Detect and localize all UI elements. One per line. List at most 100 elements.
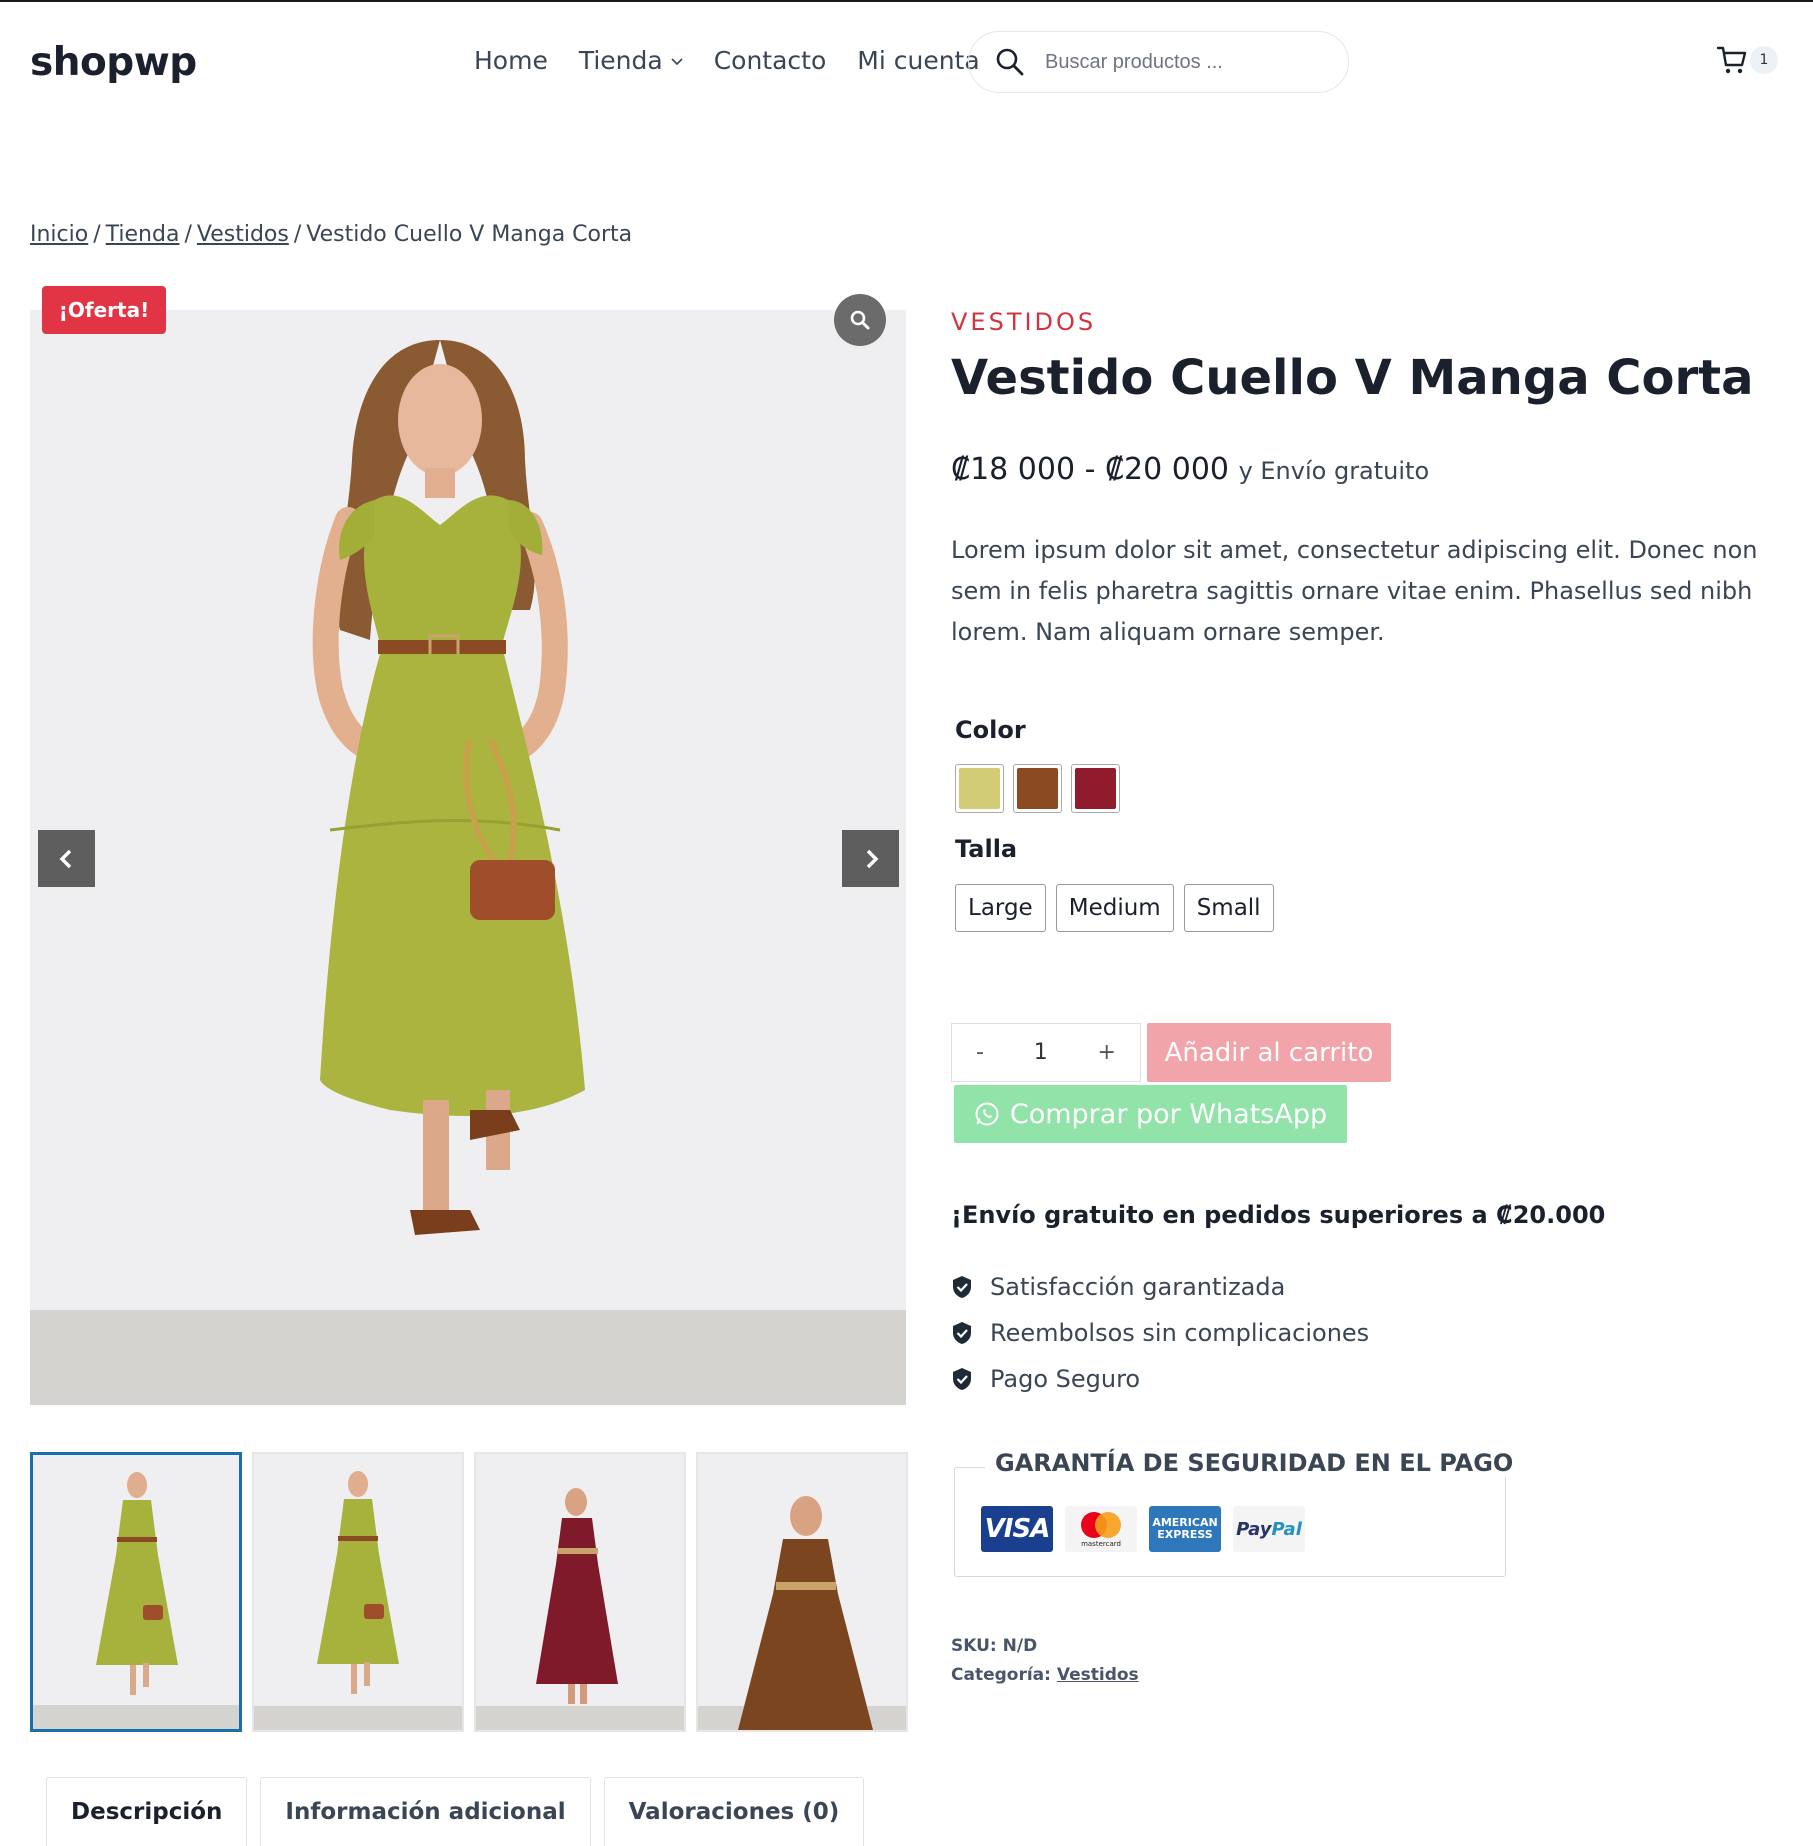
category-meta-link[interactable]: Vestidos <box>1057 1665 1139 1685</box>
chevron-right-icon <box>866 849 878 868</box>
product-meta: SKU: N/D Categoría: Vestidos <box>951 1632 1139 1690</box>
sku-label: SKU: <box>951 1636 997 1656</box>
breadcrumb-vestidos[interactable]: Vestidos <box>197 222 289 247</box>
breadcrumb-inicio[interactable]: Inicio <box>30 222 88 247</box>
product-main-image[interactable] <box>30 310 906 1405</box>
breadcrumb-tienda[interactable]: Tienda <box>106 222 180 247</box>
color-label: Color <box>955 716 1026 744</box>
whatsapp-buy-button[interactable]: Comprar por WhatsApp <box>954 1085 1347 1143</box>
breadcrumb-separator: / <box>184 222 192 247</box>
price-range: ₡18 000 - ₡20 000 <box>951 452 1230 487</box>
tab-descripcion[interactable]: Descripción <box>46 1777 248 1846</box>
magnifier-icon <box>850 310 870 330</box>
nav-contacto-label: Contacto <box>713 46 827 75</box>
breadcrumb-separator: / <box>293 222 302 247</box>
cart-button[interactable]: 1 <box>1716 44 1778 76</box>
product-price: ₡18 000 - ₡20 000 y Envío gratuito <box>951 452 1429 487</box>
quantity-stepper: - 1 + <box>951 1023 1141 1082</box>
perks-list: Satisfacción garantizada Reembolsos sin … <box>951 1264 1369 1402</box>
product-title: Vestido Cuello V Manga Corta <box>951 350 1754 406</box>
breadcrumb-current: Vestido Cuello V Manga Corta <box>306 222 633 247</box>
quantity-decrease-button[interactable]: - <box>976 1040 984 1065</box>
perk-item: Pago Seguro <box>951 1356 1369 1402</box>
amex-logo: AMERICAN EXPRESS <box>1149 1506 1221 1552</box>
thumbnail-model <box>738 1496 873 1730</box>
perk-item: Reembolsos sin complicaciones <box>951 1310 1369 1356</box>
thumbnail-3[interactable] <box>474 1452 686 1732</box>
gallery-next-button[interactable] <box>842 830 899 887</box>
tab-informacion-adicional[interactable]: Información adicional <box>260 1777 591 1846</box>
size-option-small[interactable]: Small <box>1183 884 1274 932</box>
mastercard-logo: mastercard <box>1065 1506 1137 1552</box>
cart-icon <box>1716 46 1747 74</box>
color-swatch-fill <box>1075 768 1116 809</box>
shield-check-icon <box>953 1322 971 1344</box>
category-row: Categoría: Vestidos <box>951 1661 1139 1690</box>
breadcrumb: Inicio / Tienda / Vestidos / Vestido Cuello V … <box>30 222 632 247</box>
color-swatch-3[interactable] <box>1071 764 1120 813</box>
sale-badge: ¡Oferta! <box>42 286 166 334</box>
mastercard-circles-icon <box>1081 1512 1121 1538</box>
sku-row: SKU: N/D <box>951 1632 1139 1661</box>
color-swatch-1[interactable] <box>955 764 1004 813</box>
product-short-description: Lorem ipsum dolor sit amet, consectetur … <box>951 536 1758 646</box>
amex-text-line2: EXPRESS <box>1157 1528 1213 1541</box>
color-swatch-fill <box>959 768 1000 809</box>
thumbnail-model <box>96 1472 178 1695</box>
perk-label: Reembolsos sin complicaciones <box>990 1319 1370 1347</box>
visa-logo: VISA <box>981 1506 1053 1552</box>
perk-label: Satisfacción garantizada <box>990 1273 1286 1301</box>
mastercard-text: mastercard <box>1081 1540 1121 1548</box>
nav-mi-cuenta[interactable]: Mi cuenta <box>857 46 979 75</box>
whatsapp-icon <box>975 1102 999 1126</box>
product-photo-model <box>312 340 585 1235</box>
payment-guarantee-box: GARANTÍA DE SEGURIDAD EN EL PAGO VISA ma… <box>954 1449 1524 1577</box>
nav-mi-cuenta-label: Mi cuenta <box>857 46 980 75</box>
color-swatches <box>955 764 1120 813</box>
quantity-increase-button[interactable]: + <box>1098 1040 1116 1065</box>
thumbnail-4[interactable] <box>696 1452 908 1732</box>
nav-home-label: Home <box>474 46 548 75</box>
tab-valoraciones[interactable]: Valoraciones (0) <box>603 1777 865 1846</box>
quantity-input[interactable]: 1 <box>1034 1040 1048 1065</box>
nav-tienda[interactable]: Tienda <box>579 46 683 75</box>
chevron-left-icon <box>59 849 71 868</box>
size-label: Talla <box>955 835 1018 863</box>
size-options: Large Medium Small <box>955 884 1274 932</box>
paypal-logo: Pay Pal <box>1233 1506 1305 1552</box>
product-tabs: Descripción Información adicional Valora… <box>46 1777 865 1846</box>
thumbnail-2[interactable] <box>252 1452 464 1732</box>
chevron-down-icon <box>671 57 683 65</box>
zoom-button[interactable] <box>834 294 886 346</box>
paypal-text-pal: Pal <box>1271 1518 1302 1540</box>
nav-contacto[interactable]: Contacto <box>714 46 827 75</box>
paypal-text-pay: Pay <box>1236 1518 1272 1540</box>
search-input[interactable] <box>1045 50 1325 74</box>
nav-tienda-label: Tienda <box>578 46 663 75</box>
product-category-label[interactable]: VESTIDOS <box>951 308 1096 336</box>
free-shipping-note: ¡Envío gratuito en pedidos superiores a … <box>951 1201 1606 1229</box>
thumbnail-strip <box>30 1452 908 1732</box>
size-option-large[interactable]: Large <box>955 884 1046 932</box>
site-logo[interactable]: shopwp <box>30 40 197 85</box>
price-shipping-note: y Envío gratuito <box>1238 457 1430 485</box>
gallery-prev-button[interactable] <box>38 830 95 887</box>
add-to-cart-button[interactable]: Añadir al carrito <box>1147 1023 1391 1082</box>
color-swatch-fill <box>1017 768 1058 809</box>
top-border <box>0 0 1813 2</box>
whatsapp-buy-label: Comprar por WhatsApp <box>1009 1098 1328 1130</box>
color-swatch-2[interactable] <box>1013 764 1062 813</box>
sku-value: N/D <box>1002 1636 1038 1656</box>
shield-check-icon <box>953 1368 971 1390</box>
search-icon[interactable] <box>995 47 1025 77</box>
thumbnail-model <box>536 1488 618 1704</box>
search-box <box>968 31 1349 93</box>
cart-count-badge: 1 <box>1750 46 1778 74</box>
nav-home[interactable]: Home <box>474 46 548 75</box>
perk-label: Pago Seguro <box>990 1365 1141 1393</box>
thumbnail-1[interactable] <box>30 1452 242 1732</box>
size-option-medium[interactable]: Medium <box>1055 884 1174 932</box>
payment-cards: VISA mastercard AMERICAN EXPRESS Pay Pal <box>981 1506 1305 1552</box>
shield-check-icon <box>953 1276 971 1298</box>
payment-guarantee-title: GARANTÍA DE SEGURIDAD EN EL PAGO <box>985 1449 1524 1477</box>
